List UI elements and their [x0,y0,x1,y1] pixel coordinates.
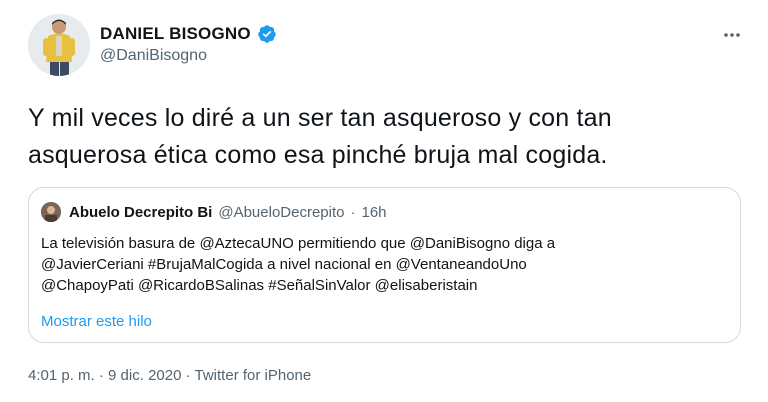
quoted-tweet-time: 16h [361,203,387,221]
quoted-text-line: @JavierCeriani #BrujaMalCogida a nivel n… [41,256,527,273]
more-horizontal-icon[interactable] [722,30,742,40]
quoted-text-line: La televisión basura de @AztecaUNO permi… [41,235,556,252]
quoted-avatar [41,202,61,222]
avatar[interactable] [28,14,90,76]
quoted-tweet-text: La televisión basura de @AztecaUNO permi… [41,233,731,296]
tweet-text-line: Y mil veces lo diré a un ser tan asquero… [28,104,612,132]
tweet-date[interactable]: 9 dic. 2020 [108,367,181,384]
author-name-row: DANIEL BISOGNO [100,22,277,46]
verified-badge-icon [258,25,276,43]
tweet-source[interactable]: Twitter for iPhone [195,367,312,384]
separator: · [350,203,356,221]
quoted-author-handle: @AbueloDecrepito [218,203,345,221]
avatar-photo [28,14,90,76]
tweet-time[interactable]: 4:01 p. m. [28,367,95,384]
show-thread-link[interactable]: Mostrar este hilo [41,313,152,330]
tweet-header: DANIEL BISOGNO @DaniBisogno [28,14,748,84]
tweet-meta: 4:01 p. m. · 9 dic. 2020 · Twitter for i… [28,367,311,384]
separator: · [98,367,104,384]
separator: · [185,367,191,384]
tweet-text-line: asquerosa ética como esa pinché bruja ma… [28,141,608,169]
quoted-author-name: Abuelo Decrepito Bi [69,203,213,221]
author-name[interactable]: DANIEL BISOGNO [100,24,251,44]
author-info: DANIEL BISOGNO @DaniBisogno [100,22,277,65]
quoted-text-line: @ChapoyPati @RicardoBSalinas #SeñalSinVa… [41,277,478,294]
author-handle[interactable]: @DaniBisogno [100,47,277,65]
tweet-card: DANIEL BISOGNO @DaniBisogno Y mil veces … [0,0,768,402]
tweet-text: Y mil veces lo diré a un ser tan asquero… [28,100,738,174]
quoted-tweet[interactable]: Abuelo Decrepito Bi @AbueloDecrepito · 1… [28,187,741,343]
quoted-avatar-photo [41,202,61,222]
quoted-tweet-header: Abuelo Decrepito Bi @AbueloDecrepito · 1… [41,202,387,222]
